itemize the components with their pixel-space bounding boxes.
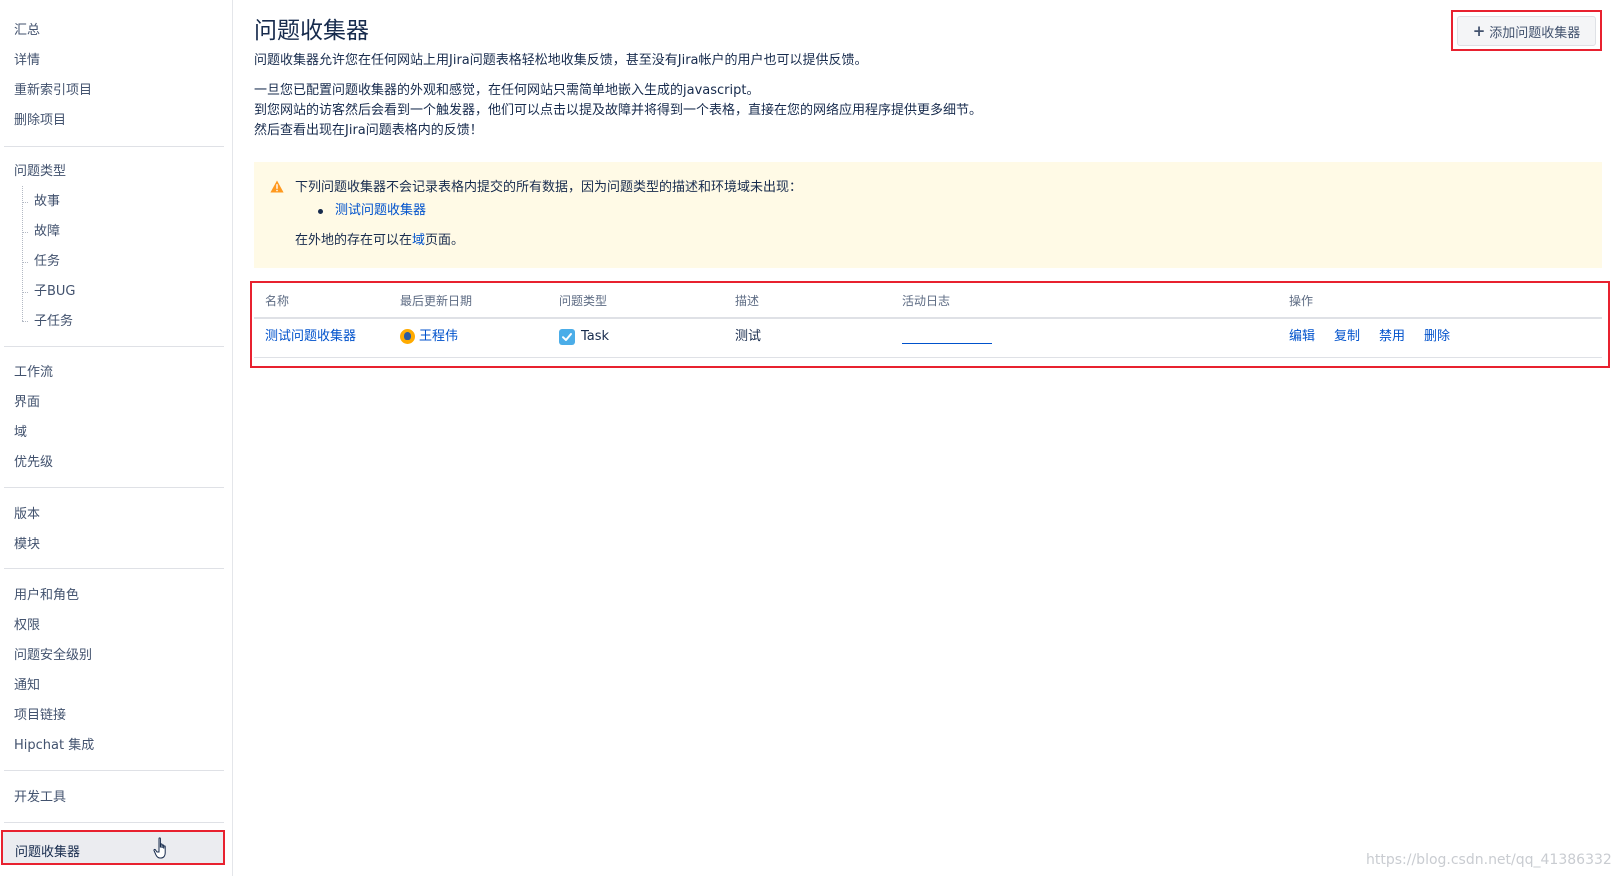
add-issue-collector-button[interactable]: + 添加问题收集器 [1457, 16, 1596, 46]
sidebar-divider [4, 346, 224, 347]
app-root: 汇总 详情 重新索引项目 删除项目 问题类型 故事 故障 任务 子BUG 子任务… [0, 0, 1614, 876]
warning-footer-suffix: 页面。 [425, 233, 465, 248]
sidebar-item-issue-collectors[interactable]: 问题收集器 [1, 830, 225, 865]
sidebar-item-workflows[interactable]: 工作流 [14, 365, 53, 381]
sidebar-item-components[interactable]: 模块 [14, 537, 40, 553]
sidebar-divider [4, 146, 224, 147]
table-header-divider [254, 317, 1602, 319]
copy-link[interactable]: 复制 [1334, 328, 1360, 346]
tree-tick [22, 321, 28, 323]
project-admin-sidebar: 汇总 详情 重新索引项目 删除项目 问题类型 故事 故障 任务 子BUG 子任务… [0, 0, 233, 876]
delete-link[interactable]: 删除 [1424, 328, 1450, 346]
sidebar-item-summary[interactable]: 汇总 [14, 23, 40, 39]
sidebar-item-issue-type-bug[interactable]: 故障 [34, 224, 60, 240]
warning-message: 下列问题收集器不会记录表格内提交的所有数据，因为问题类型的描述和环境域未出现： [295, 180, 803, 195]
sidebar-item-screens[interactable]: 界面 [14, 395, 40, 411]
page-title: 问题收集器 [254, 18, 369, 44]
sidebar-divider [4, 822, 224, 823]
edit-link[interactable]: 编辑 [1289, 328, 1315, 346]
sidebar-item-issue-links[interactable]: 项目链接 [14, 708, 66, 724]
collector-name-link[interactable]: 测试问题收集器 [265, 328, 356, 346]
sidebar-item-issue-type-task[interactable]: 任务 [34, 254, 60, 270]
intro-text: 到您网站的访客然后会看到一个触发器，他们可以点击以提及故障并将得到一个表格，直接… [254, 103, 983, 118]
sidebar-item-fields[interactable]: 域 [14, 425, 27, 441]
description-value: 测试 [735, 329, 762, 344]
table-row-divider [254, 357, 1602, 358]
sidebar-item-hipchat[interactable]: Hipchat 集成 [14, 738, 94, 754]
intro-text: 然后查看出现在Jira问题表格内的反馈！ [254, 123, 483, 138]
task-icon [559, 329, 575, 345]
warning-footer: 在外地的存在可以在域页面。 [295, 232, 464, 250]
sidebar-item-permissions[interactable]: 权限 [14, 618, 40, 634]
sidebar-item-versions[interactable]: 版本 [14, 507, 40, 523]
watermark: https://blog.csdn.net/qq_41386332 [1366, 852, 1612, 868]
sidebar-divider [4, 770, 224, 771]
sidebar-divider [4, 487, 224, 488]
sidebar-item-issue-security[interactable]: 问题安全级别 [14, 648, 92, 664]
warning-panel: 下列问题收集器不会记录表格内提交的所有数据，因为问题类型的描述和环境域未出现： … [254, 162, 1602, 268]
activity-sparkline [902, 343, 992, 344]
tree-connector [22, 186, 24, 321]
issue-type-value: Task [581, 329, 610, 344]
sidebar-item-notifications[interactable]: 通知 [14, 678, 40, 694]
tree-tick [22, 202, 28, 204]
sidebar-item-issue-types[interactable]: 问题类型 [14, 164, 66, 180]
sidebar-divider [4, 568, 224, 569]
warning-footer-prefix: 在外地的存在可以在 [295, 233, 413, 248]
tree-tick [22, 232, 28, 234]
bullet [318, 209, 323, 214]
sidebar-item-details[interactable]: 详情 [14, 53, 40, 69]
updated-by-user-link[interactable]: 王程伟 [419, 328, 458, 346]
warning-collector-link[interactable]: 测试问题收集器 [335, 202, 426, 220]
sidebar-item-issue-type-sub-bug[interactable]: 子BUG [34, 284, 76, 300]
sidebar-item-reindex-project[interactable]: 重新索引项目 [14, 83, 92, 99]
warning-icon [270, 180, 284, 193]
tree-tick [22, 262, 28, 264]
intro-text: 问题收集器允许您在任何网站上用Jira问题表格轻松地收集反馈，甚至没有Jira帐… [254, 53, 868, 68]
intro-text: 一旦您已配置问题收集器的外观和感觉，在任何网站只需简单地嵌入生成的javascr… [254, 83, 760, 98]
sidebar-item-users-and-roles[interactable]: 用户和角色 [14, 588, 79, 604]
checkmark-icon [562, 333, 572, 341]
plus-icon: + [1472, 22, 1486, 40]
disable-link[interactable]: 禁用 [1379, 328, 1405, 346]
avatar [400, 329, 415, 344]
sidebar-item-label: 问题收集器 [15, 845, 81, 860]
column-header-name: 名称 [265, 294, 290, 308]
sidebar-item-issue-type-subtask[interactable]: 子任务 [34, 314, 73, 330]
sidebar-item-priorities[interactable]: 优先级 [14, 455, 53, 471]
sidebar-item-delete-project[interactable]: 删除项目 [14, 113, 66, 129]
column-header-issue-type: 问题类型 [559, 294, 608, 308]
tree-tick [22, 292, 28, 294]
add-issue-collector-label: 添加问题收集器 [1489, 25, 1581, 41]
fields-link[interactable]: 域 [412, 233, 425, 248]
hand-cursor-icon [153, 837, 166, 859]
sidebar-item-dev-tools[interactable]: 开发工具 [14, 790, 66, 806]
column-header-last-updated: 最后更新日期 [400, 294, 473, 308]
column-header-description: 描述 [735, 294, 760, 308]
sidebar-item-issue-type-story[interactable]: 故事 [34, 194, 60, 210]
column-header-operations: 操作 [1289, 294, 1314, 308]
column-header-activity: 活动日志 [902, 294, 951, 308]
